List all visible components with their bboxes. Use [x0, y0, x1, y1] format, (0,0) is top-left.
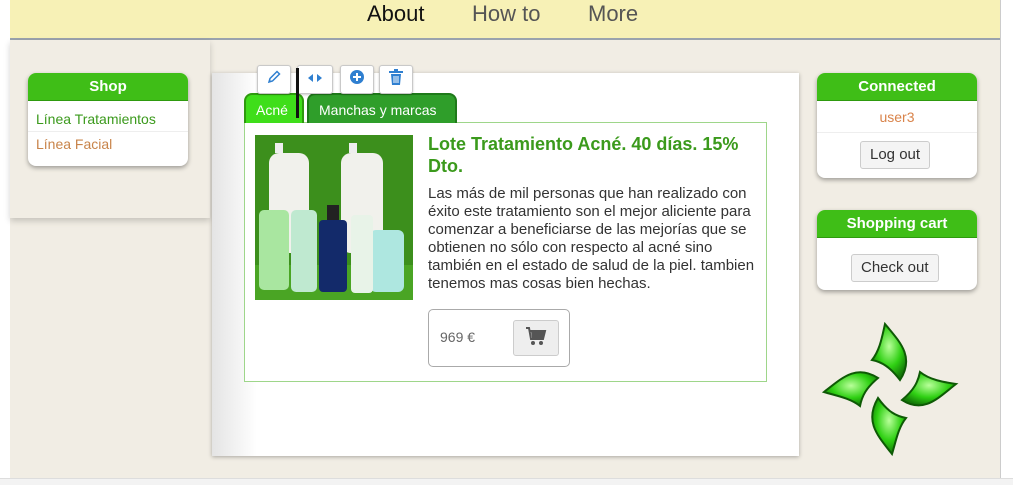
price-box: 969 € — [428, 309, 570, 367]
resize-button[interactable] — [297, 65, 333, 94]
window-edge — [1000, 0, 1013, 485]
product-description: Las más de mil personas que han realizad… — [428, 185, 755, 292]
nav-more-link[interactable]: More — [588, 0, 638, 27]
shop-widget: Shop Línea Tratamientos Línea Facial — [28, 73, 188, 166]
checkout-button[interactable]: Check out — [851, 254, 939, 282]
shop-item-facial[interactable]: Línea Facial — [28, 132, 188, 157]
tab-manchas-y-marcas[interactable]: Manchas y marcas — [307, 93, 457, 123]
shop-widget-title: Shop — [28, 73, 188, 101]
shopping-cart-widget-title: Shopping cart — [817, 210, 977, 238]
text-cursor — [296, 68, 299, 118]
top-navigation: About How to More — [10, 0, 1000, 40]
brand-logo-icon — [820, 321, 960, 457]
edit-button[interactable] — [257, 65, 291, 94]
pencil-icon — [266, 69, 282, 90]
shop-item-tratamientos[interactable]: Línea Tratamientos — [28, 107, 188, 132]
product-bottles-illustration — [255, 135, 413, 300]
shopping-cart-widget: Shopping cart Check out — [817, 210, 977, 290]
connected-widget: Connected user3 Log out — [817, 73, 977, 178]
shopping-cart-icon — [525, 326, 547, 351]
product-image[interactable] — [255, 135, 413, 300]
logout-button[interactable]: Log out — [860, 141, 931, 169]
add-to-cart-button[interactable] — [513, 320, 559, 356]
connected-widget-title: Connected — [817, 73, 977, 101]
tab-acne[interactable]: Acné — [244, 93, 304, 123]
resize-horizontal-icon — [306, 71, 324, 89]
add-button[interactable] — [340, 65, 374, 94]
delete-button[interactable] — [379, 65, 413, 94]
plus-circle-icon — [349, 69, 365, 90]
nav-about-link[interactable]: About — [367, 0, 425, 27]
trash-icon — [388, 68, 404, 91]
username-label[interactable]: user3 — [817, 101, 977, 133]
product-price: 969 € — [440, 329, 476, 345]
product-title[interactable]: Lote Tratamiento Acné. 40 días. 15% Dto. — [428, 133, 758, 177]
status-strip — [0, 478, 1013, 485]
nav-howto-link[interactable]: How to — [472, 0, 540, 27]
